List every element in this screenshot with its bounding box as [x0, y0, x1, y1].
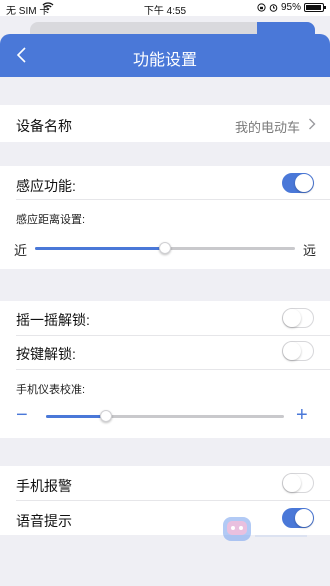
- shake-unlock-label: 摇一摇解锁:: [16, 312, 90, 328]
- divider: [16, 335, 330, 336]
- button-unlock-toggle[interactable]: [282, 341, 314, 361]
- minus-icon[interactable]: −: [16, 405, 28, 425]
- calibration-label: 手机仪表校准:: [16, 384, 86, 396]
- divider: [16, 500, 330, 501]
- sensing-toggle[interactable]: [282, 173, 314, 193]
- device-name-row[interactable]: 设备名称 我的电动车: [0, 105, 330, 142]
- near-label: 近: [14, 243, 28, 258]
- distance-label: 感应距离设置:: [16, 214, 86, 226]
- shake-unlock-toggle[interactable]: [282, 308, 314, 328]
- chevron-right-icon: [309, 118, 316, 130]
- sensing-section: 感应功能: 感应距离设置: 近 远: [0, 166, 330, 269]
- calibration-slider-thumb[interactable]: [99, 410, 112, 422]
- calibration-slider[interactable]: [46, 415, 284, 418]
- far-label: 远: [303, 243, 317, 258]
- device-name-label: 设备名称: [16, 118, 72, 134]
- device-name-value: 我的电动车: [234, 120, 300, 135]
- voice-prompt-label: 语音提示: [16, 513, 72, 529]
- status-bar: 无 SIM 卡 下午 4:55 95%: [0, 0, 330, 17]
- lock-rotation-icon: [257, 3, 266, 12]
- battery-percent: 95%: [280, 2, 301, 13]
- divider: [16, 199, 330, 200]
- watermark-logo: [223, 517, 307, 541]
- sensing-label: 感应功能:: [16, 178, 76, 194]
- plus-icon[interactable]: +: [296, 405, 308, 425]
- divider: [16, 369, 330, 370]
- button-unlock-label: 按键解锁:: [16, 346, 76, 362]
- unlock-section: 摇一摇解锁: 按键解锁: 手机仪表校准: − +: [0, 301, 330, 438]
- phone-alarm-toggle[interactable]: [282, 473, 314, 493]
- distance-slider-thumb[interactable]: [159, 242, 171, 254]
- page-title: 功能设置: [132, 52, 197, 69]
- alarm-icon: [269, 4, 278, 12]
- nav-bar: 功能设置: [0, 34, 330, 77]
- battery-icon: [304, 3, 326, 12]
- phone-alarm-label: 手机报警: [16, 478, 72, 494]
